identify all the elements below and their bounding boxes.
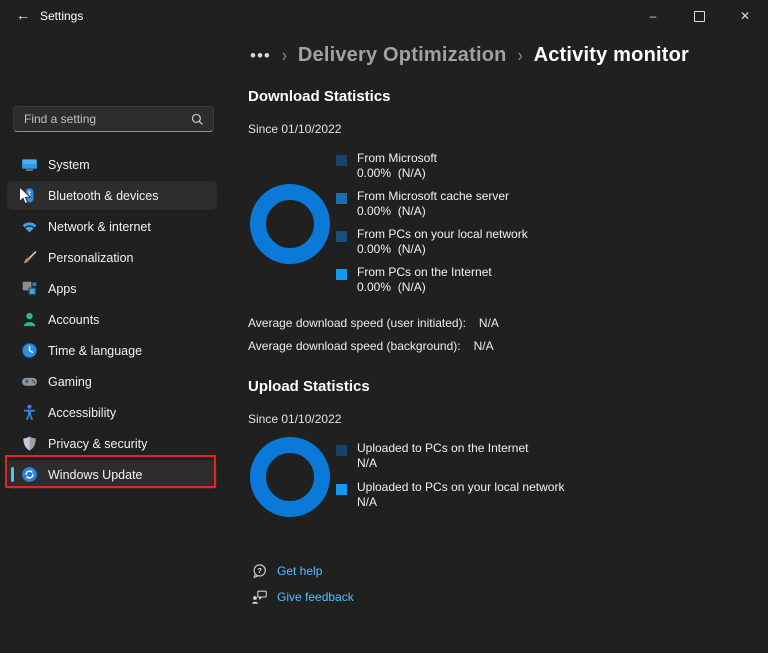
- avg-download-background: Average download speed (background): N/A: [248, 339, 494, 353]
- feedback-icon: [251, 589, 268, 606]
- avg-value: N/A: [474, 339, 494, 353]
- sidebar-item-label: Apps: [48, 282, 77, 296]
- legend-label: From Microsoft: [357, 151, 437, 166]
- search-box[interactable]: [13, 106, 214, 132]
- legend-value: 0.00% (N/A): [357, 166, 437, 181]
- main-content: ••• › Delivery Optimization › Activity m…: [246, 0, 762, 653]
- legend-swatch: [336, 484, 347, 495]
- system-icon: [21, 156, 38, 173]
- legend-swatch: [336, 231, 347, 242]
- person-icon: [21, 311, 38, 328]
- help-bubble-icon: ?: [251, 563, 268, 580]
- sidebar-item-privacy-security[interactable]: Privacy & security: [7, 429, 217, 458]
- sidebar-item-accessibility[interactable]: Accessibility: [7, 398, 217, 427]
- sidebar-item-label: Time & language: [48, 344, 142, 358]
- legend-label: From PCs on the Internet: [357, 265, 492, 280]
- sidebar-item-label: Bluetooth & devices: [48, 189, 159, 203]
- upload-donut-chart: [250, 437, 330, 517]
- search-icon: [190, 112, 205, 127]
- download-statistics-title: Download Statistics: [248, 88, 391, 105]
- legend-label: From PCs on your local network: [357, 227, 528, 242]
- sidebar-nav: System Bluetooth & devices Network & int…: [7, 150, 217, 491]
- legend-value: 0.00% (N/A): [357, 280, 492, 295]
- legend-value: 0.00% (N/A): [357, 204, 509, 219]
- legend-swatch: [336, 269, 347, 280]
- clock-icon: [21, 342, 38, 359]
- legend-item: From PCs on your local network0.00% (N/A…: [336, 227, 756, 257]
- legend-item: Uploaded to PCs on your local networkN/A: [336, 480, 756, 510]
- get-help-link[interactable]: ? Get help: [251, 561, 322, 581]
- avg-label: Average download speed (background):: [248, 339, 461, 353]
- avg-download-user-initiated: Average download speed (user initiated):…: [248, 316, 499, 330]
- download-donut-chart: [250, 184, 330, 264]
- sidebar-item-network-internet[interactable]: Network & internet: [7, 212, 217, 241]
- sidebar-item-label: Network & internet: [48, 220, 151, 234]
- windows-update-icon: [21, 466, 38, 483]
- sidebar-item-bluetooth-devices[interactable]: Bluetooth & devices: [7, 181, 217, 210]
- apps-icon: [21, 280, 38, 297]
- legend-value: N/A: [357, 495, 564, 510]
- legend-label: Uploaded to PCs on the Internet: [357, 441, 528, 456]
- avg-label: Average download speed (user initiated):: [248, 316, 466, 330]
- accessibility-person-icon: [21, 404, 38, 421]
- sidebar-item-apps[interactable]: Apps: [7, 274, 217, 303]
- sidebar-item-label: Accounts: [48, 313, 99, 327]
- legend-swatch: [336, 155, 347, 166]
- sidebar-item-accounts[interactable]: Accounts: [7, 305, 217, 334]
- legend-item: From PCs on the Internet0.00% (N/A): [336, 265, 756, 295]
- legend-swatch: [336, 193, 347, 204]
- get-help-label: Get help: [277, 564, 322, 578]
- legend-value: N/A: [357, 456, 528, 471]
- sidebar-item-time-language[interactable]: Time & language: [7, 336, 217, 365]
- sidebar-item-system[interactable]: System: [7, 150, 217, 179]
- legend-swatch: [336, 445, 347, 456]
- chevron-right-icon: ›: [282, 45, 287, 65]
- give-feedback-label: Give feedback: [277, 590, 354, 604]
- download-since-date: Since 01/10/2022: [248, 122, 341, 136]
- search-input[interactable]: [14, 112, 190, 126]
- svg-text:?: ?: [257, 566, 262, 575]
- window-title: Settings: [40, 0, 83, 32]
- legend-item: From Microsoft0.00% (N/A): [336, 151, 756, 181]
- sidebar-item-label: Privacy & security: [48, 437, 147, 451]
- back-button[interactable]: ←: [8, 0, 38, 30]
- download-legend: From Microsoft0.00% (N/A) From Microsoft…: [336, 151, 756, 303]
- bluetooth-icon: [21, 187, 38, 204]
- sidebar-item-personalization[interactable]: Personalization: [7, 243, 217, 272]
- legend-label: Uploaded to PCs on your local network: [357, 480, 564, 495]
- legend-label: From Microsoft cache server: [357, 189, 509, 204]
- sidebar-item-windows-update[interactable]: Windows Update: [7, 460, 217, 489]
- sidebar-item-label: Accessibility: [48, 406, 116, 420]
- upload-statistics-title: Upload Statistics: [248, 378, 370, 395]
- legend-value: 0.00% (N/A): [357, 242, 528, 257]
- breadcrumb-overflow-button[interactable]: •••: [250, 47, 271, 64]
- settings-window: ← Settings – ✕ System: [0, 0, 768, 653]
- legend-item: Uploaded to PCs on the InternetN/A: [336, 441, 756, 471]
- sidebar-item-label: Gaming: [48, 375, 92, 389]
- avg-value: N/A: [479, 316, 499, 330]
- page-title: Activity monitor: [534, 44, 689, 67]
- sidebar-item-label: System: [48, 158, 90, 172]
- sidebar-item-gaming[interactable]: Gaming: [7, 367, 217, 396]
- upload-since-date: Since 01/10/2022: [248, 412, 341, 426]
- gamepad-icon: [21, 373, 38, 390]
- wifi-icon: [21, 218, 38, 235]
- breadcrumb: ••• › Delivery Optimization › Activity m…: [250, 40, 689, 70]
- sidebar-item-label: Windows Update: [48, 468, 143, 482]
- paintbrush-icon: [21, 249, 38, 266]
- sidebar-item-label: Personalization: [48, 251, 133, 265]
- give-feedback-link[interactable]: Give feedback: [251, 587, 354, 607]
- selected-indicator: [11, 467, 14, 482]
- breadcrumb-delivery-optimization[interactable]: Delivery Optimization: [298, 44, 507, 67]
- legend-item: From Microsoft cache server0.00% (N/A): [336, 189, 756, 219]
- shield-icon: [21, 435, 38, 452]
- chevron-right-icon: ›: [518, 45, 523, 65]
- upload-legend: Uploaded to PCs on the InternetN/A Uploa…: [336, 441, 756, 518]
